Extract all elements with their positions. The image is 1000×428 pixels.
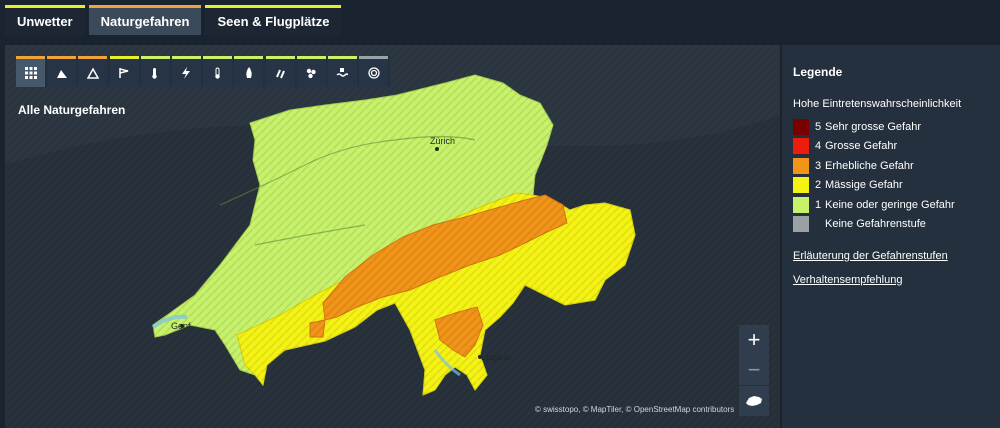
city-label-lugano: Lugano (481, 352, 512, 362)
legend-level-label: Keine oder geringe Gefahr (825, 198, 955, 211)
earthquake-icon (367, 67, 380, 79)
legend-level-number: 2 (815, 179, 822, 192)
wind-icon (119, 68, 129, 78)
legend-level-label: Erhebliche Gefahr (825, 159, 914, 172)
legend-level-label: Keine Gefahrenstufe (825, 218, 926, 231)
hazard-levels-explanation-link[interactable]: Erläuterung der Gefahrenstufen (793, 250, 989, 262)
city-label-zurich: Zürich (430, 136, 456, 146)
hazard-button-landslide[interactable] (78, 56, 108, 87)
legend-level-number: 1 (815, 198, 822, 211)
forest-fire-icon (246, 67, 252, 78)
hazard-button-flood[interactable] (327, 56, 357, 87)
flood-icon (336, 68, 349, 77)
snow-icon (306, 68, 316, 79)
legend-level-number: 5 (815, 120, 822, 133)
cold-icon (214, 67, 220, 79)
map-attribution: © swisstopo, © MapTiler, © OpenStreetMap… (535, 405, 735, 414)
legend-swatch (793, 157, 809, 174)
tab-bar: Unwetter Naturgefahren Seen & Flugplätze (5, 5, 342, 35)
legend-title: Legende (793, 65, 843, 79)
legend-swatch (793, 138, 809, 155)
legend-row-level-1: 1 Keine oder geringe Gefahr (793, 195, 989, 215)
hazard-button-forest-fire[interactable] (234, 56, 264, 87)
legend-panel: Legende Hohe Eintretenswahrscheinlichkei… (782, 45, 1000, 428)
tab-seen-flugplaetze[interactable]: Seen & Flugplätze (205, 5, 342, 35)
avalanche-icon (56, 70, 67, 78)
legend-level-number: 4 (815, 140, 822, 153)
legend-row-level-4: 4 Grosse Gefahr (793, 137, 989, 157)
switzerland-reset-button[interactable] (739, 386, 769, 416)
behaviour-recommendation-link[interactable]: Verhaltensempfehlung (793, 274, 989, 286)
hazard-button-all[interactable] (16, 56, 45, 87)
hazard-button-avalanche[interactable] (47, 56, 77, 87)
legend-row-no-level: Keine Gefahrenstufe (793, 215, 989, 235)
switzerland-outline-icon (746, 396, 762, 406)
hazard-button-cold[interactable] (203, 56, 233, 87)
map-title: Alle Naturgefahren (18, 103, 126, 117)
city-label-genf: Genf (171, 321, 191, 331)
tab-unwetter[interactable]: Unwetter (5, 5, 85, 35)
legend-subtitle: Hohe Eintretenswahrscheinlichkeit (793, 98, 962, 110)
landslide-icon (86, 67, 99, 79)
zoom-out-button[interactable]: − (739, 355, 769, 385)
tab-naturgefahren[interactable]: Naturgefahren (88, 5, 202, 35)
legend-swatch (793, 177, 809, 194)
rain-icon (276, 69, 285, 79)
legend-level-label: Sehr grosse Gefahr (825, 120, 921, 133)
zoom-in-button[interactable]: + (739, 325, 769, 355)
legend-level-label: Mässige Gefahr (825, 179, 903, 192)
legend-level-label: Grosse Gefahr (825, 140, 898, 153)
hazard-button-wind[interactable] (109, 56, 139, 87)
hazard-toolbar (16, 56, 391, 87)
hazard-button-earthquake[interactable] (359, 56, 389, 87)
legend-level-number: 3 (815, 159, 822, 172)
legend-swatch (793, 118, 809, 135)
legend-row-level-2: 2 Mässige Gefahr (793, 176, 989, 196)
map-panel[interactable]: Alle Naturgefahren Zürich Genf Lugano + … (5, 45, 780, 428)
legend-row-level-3: 3 Erhebliche Gefahr (793, 156, 989, 176)
legend-swatch (793, 216, 809, 233)
all-hazards-grid-icon (24, 67, 37, 79)
hazard-button-thunderstorm[interactable] (171, 56, 201, 87)
legend-swatch (793, 196, 809, 213)
hazard-button-snow[interactable] (296, 56, 326, 87)
heat-icon (152, 68, 157, 79)
legend-row-level-5: 5 Sehr grosse Gefahr (793, 117, 989, 137)
hazard-button-rain[interactable] (265, 56, 295, 87)
thunderstorm-icon (182, 67, 191, 79)
hazard-button-heat[interactable] (140, 56, 170, 87)
